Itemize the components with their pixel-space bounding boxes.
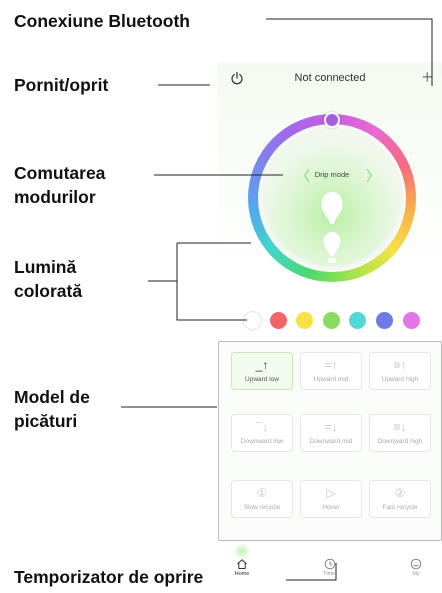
- color-swatch-blue[interactable]: [376, 312, 393, 329]
- up-mid-icon: =↑: [324, 358, 338, 372]
- callout-color-light-line1: Lumină: [14, 257, 77, 277]
- mode-button-label: Upward high: [381, 376, 419, 383]
- callout-timer: Temporizator de oprire: [14, 567, 204, 587]
- mode-button-downward-mid[interactable]: =↓ Downward mid: [300, 414, 362, 452]
- top-bar: Not connected +: [218, 62, 442, 94]
- callout-drip-model-line1: Model de: [14, 387, 90, 407]
- up-low-icon: _↑: [255, 358, 269, 372]
- slow-recycle-icon: ①: [256, 486, 268, 500]
- smile-icon: [410, 558, 422, 570]
- down-mid-icon: =↓: [324, 420, 338, 434]
- mode-button-upward-low[interactable]: _↑ Upward low: [231, 352, 293, 390]
- home-icon: [237, 559, 247, 569]
- mode-button-upward-high[interactable]: ≡↑ Upward high: [369, 352, 431, 390]
- mode-button-upward-mid[interactable]: =↑ Upward mid: [300, 352, 362, 390]
- hover-icon: ▷: [326, 486, 336, 500]
- color-wheel[interactable]: 〈 〉 Drip mode: [248, 112, 416, 282]
- tab-my[interactable]: My: [396, 552, 436, 586]
- callout-mode-switch-line2: modurilor: [14, 187, 96, 207]
- mode-button-downward-high[interactable]: ≡↓ Downward high: [369, 414, 431, 452]
- tab-timer[interactable]: Timer: [310, 552, 350, 586]
- drip-mode-grid: _↑ Upward low =↑ Upward mid ≡↑ Upward high …: [218, 341, 442, 541]
- color-swatch-green[interactable]: [323, 312, 340, 329]
- callout-drip-model-line2: picături: [14, 411, 78, 431]
- mode-button-hover[interactable]: ▷ Hover: [300, 480, 362, 518]
- down-high-icon: ≡↓: [393, 420, 407, 434]
- mode-button-label: Hover: [322, 504, 340, 511]
- connection-status: Not connected: [294, 72, 366, 84]
- mode-button-label: Downward low: [240, 438, 284, 445]
- color-swatch-cyan[interactable]: [349, 312, 366, 329]
- up-high-icon: ≡↑: [393, 358, 407, 372]
- tab-label: Home: [234, 571, 250, 577]
- color-swatches: [242, 312, 432, 332]
- callout-mode-switch-line1: Comutarea: [14, 163, 106, 183]
- mode-button-label: Downward high: [377, 438, 423, 445]
- mode-button-downward-low[interactable]: ¯↓ Downward low: [231, 414, 293, 452]
- callout-color-light-line2: colorată: [14, 281, 83, 301]
- mode-button-label: Fast recycle: [382, 504, 418, 511]
- tab-bar: Home Timer My: [218, 544, 442, 592]
- down-low-icon: ¯↓: [255, 420, 269, 434]
- tab-home[interactable]: Home: [222, 544, 262, 586]
- mode-button-label: Upward mid: [313, 376, 349, 383]
- app-screen: Not connected + 〈 〉 Drip mode _↑ Upward l…: [218, 62, 442, 592]
- callout-power: Pornit/oprit: [14, 75, 109, 95]
- mode-button-label: Slow recycle: [243, 504, 281, 511]
- mode-button-fast-recycle[interactable]: ② Fast recycle: [369, 480, 431, 518]
- drip-icon: [321, 192, 343, 263]
- add-bluetooth-icon[interactable]: +: [422, 67, 433, 88]
- mode-label: Drip mode: [314, 170, 350, 179]
- clock-icon: [324, 558, 336, 570]
- mode-button-label: Downward mid: [309, 438, 353, 445]
- callout-bluetooth: Conexiune Bluetooth: [14, 11, 190, 31]
- home-glow: [232, 544, 252, 558]
- color-swatch-white[interactable]: [244, 312, 261, 329]
- mode-button-label: Upward low: [245, 376, 279, 383]
- tab-label: Timer: [323, 571, 337, 577]
- color-swatch-yellow[interactable]: [296, 312, 313, 329]
- tab-label: My: [412, 571, 420, 577]
- mode-button-slow-recycle[interactable]: ① Slow recycle: [231, 480, 293, 518]
- color-wheel-knob[interactable]: [324, 112, 340, 128]
- color-swatch-pink[interactable]: [403, 312, 420, 329]
- fast-recycle-icon: ②: [394, 486, 406, 500]
- color-swatch-red[interactable]: [270, 312, 287, 329]
